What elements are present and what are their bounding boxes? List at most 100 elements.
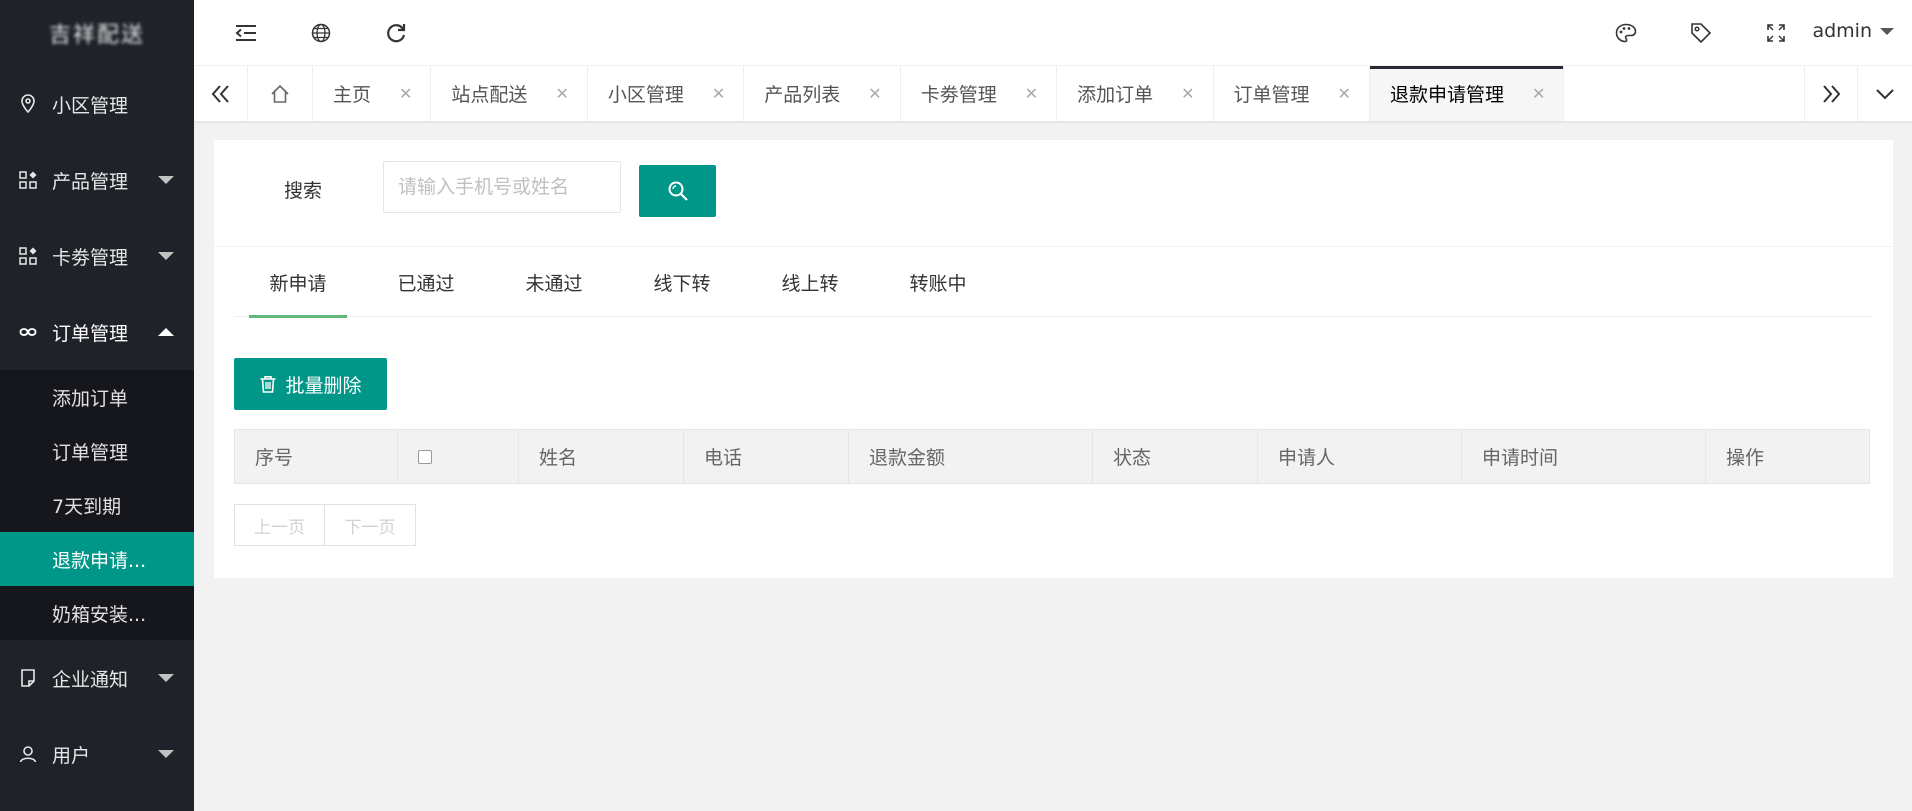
top-header: admin [194, 0, 1912, 66]
column-header-index[interactable]: 序号 [235, 430, 398, 483]
search-icon [668, 181, 688, 201]
batch-delete-button[interactable]: 批量删除 [234, 358, 387, 410]
logo[interactable]: 吉祥配送 [0, 0, 194, 66]
search-label: 搜索 [284, 180, 323, 202]
search-input[interactable] [383, 161, 621, 213]
user-icon [18, 744, 38, 764]
close-icon[interactable]: ✕ [1025, 84, 1038, 103]
batch-delete-label: 批量删除 [285, 374, 362, 397]
sidebar-item-community[interactable]: 小区管理 [0, 66, 194, 142]
user-menu[interactable]: admin [1812, 20, 1894, 42]
apps-icon [18, 246, 38, 266]
status-tab-transferring[interactable]: 转账中 [874, 247, 1002, 317]
chevron-down-icon [1876, 88, 1894, 99]
tab-refund-requests[interactable]: 退款申请管理 ✕ [1369, 66, 1565, 121]
trash-icon [260, 376, 276, 393]
column-header-applicant[interactable]: 申请人 [1258, 430, 1462, 483]
sidebar-subitem-add-order[interactable]: 添加订单 [0, 370, 194, 424]
home-icon [271, 84, 289, 103]
sidebar-subitem-milkbox-install[interactable]: 奶箱安装... [0, 586, 194, 640]
search-button[interactable] [639, 165, 716, 217]
tab-product-list[interactable]: 产品列表 ✕ [744, 66, 901, 121]
sidebar-item-coupons[interactable]: 卡劵管理 [0, 218, 194, 294]
close-icon[interactable]: ✕ [1181, 84, 1194, 103]
fullscreen-icon[interactable] [1762, 19, 1790, 47]
tab-label: 退款申请管理 [1389, 84, 1504, 106]
sidebar-item-label: 产品管理 [52, 170, 129, 193]
theme-palette-icon[interactable] [1612, 19, 1640, 47]
select-all-checkbox[interactable] [418, 449, 432, 464]
tab-label: 订单管理 [1233, 84, 1310, 106]
tab-community[interactable]: 小区管理 ✕ [588, 66, 745, 121]
caret-down-icon [158, 750, 174, 758]
close-icon[interactable]: ✕ [555, 84, 568, 103]
close-icon[interactable]: ✕ [1338, 84, 1351, 103]
status-tab-new[interactable]: 新申请 [234, 247, 362, 318]
close-icon[interactable]: ✕ [712, 84, 725, 103]
tabs-scroll-left-button[interactable] [194, 66, 248, 121]
link-icon [18, 322, 38, 342]
sidebar-item-notices[interactable]: 企业通知 [0, 640, 194, 716]
sidebar-item-users[interactable]: 用户 [0, 716, 194, 792]
sidebar-item-label: 订单管理 [52, 322, 129, 345]
status-tab-rejected[interactable]: 未通过 [490, 247, 618, 317]
close-icon[interactable]: ✕ [868, 84, 881, 103]
sidebar-item-label: 小区管理 [52, 94, 129, 117]
tab-label: 卡劵管理 [920, 84, 997, 106]
tabs-scroll-right-button[interactable] [1804, 66, 1858, 121]
status-tabs: 新申请 已通过 未通过 线下转 线上转 转账中 [234, 247, 1873, 318]
caret-down-icon [158, 176, 174, 184]
sidebar-subitem-order-management[interactable]: 订单管理 [0, 424, 194, 478]
double-chevron-right-icon [1823, 84, 1841, 103]
caret-down-icon [1880, 27, 1894, 35]
status-tab-offline-transfer[interactable]: 线下转 [618, 247, 746, 317]
sidebar-item-label: 卡劵管理 [52, 246, 129, 269]
tab-label: 添加订单 [1077, 84, 1154, 106]
search-form: 搜索 [214, 140, 1893, 247]
tab-home-icon-tab[interactable] [248, 66, 313, 121]
column-header-select-all[interactable] [398, 430, 519, 483]
column-header-apply-time[interactable]: 申请时间 [1462, 430, 1706, 483]
refund-table-header: 序号 姓名 电话 退款金额 状态 申请人 申请时间 操作 [234, 429, 1870, 484]
apps-icon [18, 170, 38, 190]
menu-shrink-icon[interactable] [232, 19, 260, 47]
tab-order-management[interactable]: 订单管理 ✕ [1214, 66, 1370, 121]
sidebar-item-label: 企业通知 [52, 668, 129, 691]
page-tabs: 主页 ✕ 站点配送 ✕ 小区管理 ✕ 产品列表 ✕ 卡劵管理 ✕ 添加订单 ✕ 订单管理 ✕ … [248, 66, 1565, 121]
column-header-name[interactable]: 姓名 [519, 430, 684, 483]
tabs-dropdown-button[interactable] [1858, 66, 1912, 121]
sidebar-submenu-orders: 添加订单 订单管理 7天到期 退款申请... 奶箱安装... [0, 370, 194, 640]
sidebar-item-products[interactable]: 产品管理 [0, 142, 194, 218]
tab-label: 站点配送 [451, 84, 528, 106]
content-card: 搜索 新申请 已通过 未通过 线下转 线上转 转账中 批量删除 序号 姓名 电话… [214, 140, 1893, 578]
sidebar-subitem-refund-requests[interactable]: 退款申请... [0, 532, 194, 586]
tab-label: 小区管理 [607, 84, 684, 106]
sidebar-item-orders[interactable]: 订单管理 [0, 294, 194, 370]
status-tab-online-transfer[interactable]: 线上转 [746, 247, 874, 317]
close-icon[interactable]: ✕ [1532, 84, 1545, 103]
column-header-refund-amount[interactable]: 退款金额 [849, 430, 1093, 483]
column-header-status[interactable]: 状态 [1093, 430, 1258, 483]
sidebar: 吉祥配送 小区管理 产品管理 卡劵管理 订单管理 添加订单 订单管理 7天到期 … [0, 0, 194, 811]
page-tabs-bar: 主页 ✕ 站点配送 ✕ 小区管理 ✕ 产品列表 ✕ 卡劵管理 ✕ 添加订单 ✕ 订单管理 ✕ … [194, 66, 1912, 122]
location-icon [18, 94, 38, 114]
tab-home[interactable]: 主页 ✕ [313, 66, 432, 121]
tag-icon[interactable] [1687, 19, 1715, 47]
column-header-phone[interactable]: 电话 [684, 430, 849, 483]
note-icon [18, 668, 38, 688]
double-chevron-left-icon [211, 84, 229, 103]
next-page-button[interactable]: 下一页 [325, 504, 416, 546]
globe-icon[interactable] [307, 19, 335, 47]
sidebar-item-label: 用户 [52, 744, 91, 767]
caret-down-icon [158, 674, 174, 682]
close-icon[interactable]: ✕ [399, 84, 412, 103]
status-tab-approved[interactable]: 已通过 [362, 247, 490, 317]
prev-page-button[interactable]: 上一页 [234, 504, 325, 546]
sidebar-subitem-7day-expire[interactable]: 7天到期 [0, 478, 194, 532]
column-header-actions[interactable]: 操作 [1706, 430, 1869, 483]
tab-coupons[interactable]: 卡劵管理 ✕ [901, 66, 1058, 121]
refresh-icon[interactable] [382, 19, 410, 47]
tab-site-delivery[interactable]: 站点配送 ✕ [431, 66, 588, 121]
tab-add-order[interactable]: 添加订单 ✕ [1057, 66, 1214, 121]
user-name: admin [1812, 20, 1872, 42]
